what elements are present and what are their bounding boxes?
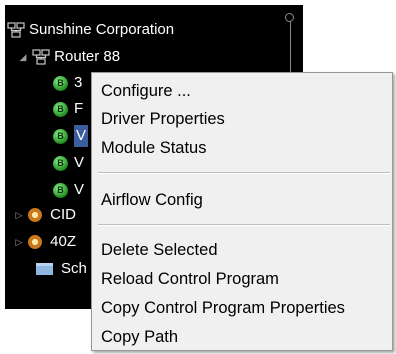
tree-node-label: F <box>74 100 84 118</box>
collapsed-arrow-icon[interactable]: ▷ <box>14 231 24 253</box>
network-icon <box>7 22 25 38</box>
tree-node-module[interactable]: BV <box>53 152 84 174</box>
menu-item-driver-properties[interactable]: Driver Properties <box>100 106 388 132</box>
tree-node-device[interactable]: ▷ CID <box>14 204 76 226</box>
tree-node-label: V <box>74 154 85 172</box>
tree-node-label: Sch <box>61 260 87 278</box>
module-b-icon: B <box>53 101 68 117</box>
tree-node-device[interactable]: ▷ 40Z <box>14 231 77 253</box>
tree-node-label: Router 88 <box>54 48 121 66</box>
tree-node-label: Sunshine Corporation <box>29 21 175 39</box>
tree-node-label: 3 <box>74 74 83 92</box>
tree-node-label: 40Z <box>50 233 77 251</box>
module-b-icon: B <box>53 155 68 171</box>
menu-item-copy-path[interactable]: Copy Path <box>100 324 388 350</box>
context-menu: Configure ... Driver Properties Module S… <box>91 72 393 351</box>
collapsed-arrow-icon[interactable]: ▷ <box>14 204 24 226</box>
tree-node-folder[interactable]: Sch <box>36 258 87 280</box>
module-b-icon: B <box>53 128 68 144</box>
tree-node-label: V <box>74 181 85 199</box>
scroll-track[interactable] <box>290 15 291 75</box>
expanded-arrow-icon[interactable]: ◢ <box>18 46 28 68</box>
menu-separator <box>98 224 390 226</box>
tree-node-module[interactable]: BF <box>53 98 83 120</box>
network-icon <box>32 49 50 65</box>
tree-node-label: V <box>74 125 89 148</box>
tree-node-module-selected[interactable]: BV <box>53 125 89 148</box>
tree-node-module[interactable]: B3 <box>53 72 82 94</box>
tree-node-router[interactable]: ◢ Router 88 <box>18 46 121 68</box>
tree-node-module[interactable]: BV <box>53 179 84 201</box>
device-icon <box>28 208 43 223</box>
folder-icon <box>36 263 53 276</box>
menu-separator <box>98 172 390 174</box>
menu-item-copy-control-program-properties[interactable]: Copy Control Program Properties <box>100 295 388 321</box>
device-icon <box>28 235 43 250</box>
menu-item-airflow-config[interactable]: Airflow Config <box>100 187 388 213</box>
tree-node-root[interactable]: Sunshine Corporation <box>7 19 174 41</box>
scroll-handle[interactable] <box>285 13 294 22</box>
module-b-icon: B <box>53 182 68 198</box>
module-b-icon: B <box>53 75 68 91</box>
menu-item-module-status[interactable]: Module Status <box>100 135 388 161</box>
menu-item-reload-control-program[interactable]: Reload Control Program <box>100 266 388 292</box>
menu-item-configure[interactable]: Configure ... <box>100 78 388 104</box>
menu-item-delete-selected[interactable]: Delete Selected <box>100 237 388 263</box>
tree-node-label: CID <box>50 206 77 224</box>
